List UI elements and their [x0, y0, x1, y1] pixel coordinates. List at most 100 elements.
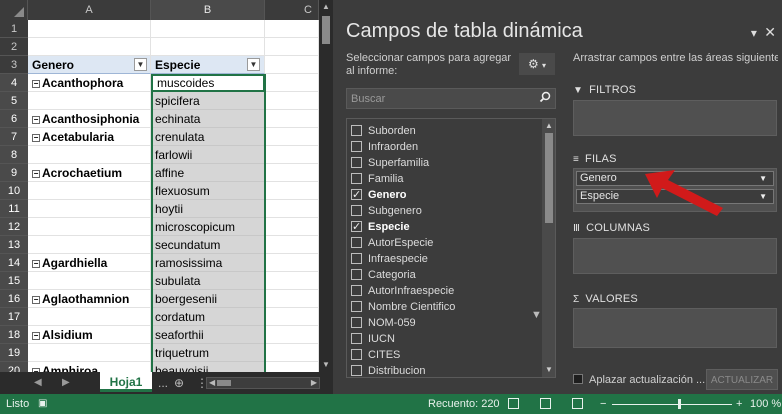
cell-empty[interactable] — [265, 308, 319, 326]
row-header[interactable]: 2 — [0, 38, 28, 56]
cell-especie[interactable]: boergesenii — [151, 290, 265, 308]
row-header[interactable]: 12 — [0, 218, 28, 236]
page-layout-view-icon[interactable] — [540, 398, 551, 409]
row-header[interactable]: 5 — [0, 92, 28, 110]
page-break-view-icon[interactable] — [572, 398, 583, 409]
row-header[interactable]: 7 — [0, 128, 28, 146]
field-checkbox[interactable] — [351, 205, 362, 216]
cell-genero[interactable]: − Acanthosiphonia — [28, 110, 151, 128]
zoom-slider-thumb[interactable] — [678, 399, 681, 409]
normal-view-icon[interactable] — [508, 398, 519, 409]
row-header[interactable]: 16 — [0, 290, 28, 308]
row-header[interactable]: 10 — [0, 182, 28, 200]
update-button[interactable]: ACTUALIZAR — [706, 369, 778, 390]
field-item[interactable]: AutorInfraespecie — [351, 283, 454, 299]
cell-especie[interactable]: crenulata — [151, 128, 265, 146]
field-item[interactable]: Categoria — [351, 267, 416, 283]
collapse-icon[interactable]: − — [32, 116, 40, 124]
cell-empty[interactable] — [265, 344, 319, 362]
row-header[interactable]: 9 — [0, 164, 28, 182]
cell-empty[interactable] — [265, 182, 319, 200]
cell-especie[interactable] — [151, 38, 265, 56]
cell-especie[interactable]: ramosissima — [151, 254, 265, 272]
cell-empty[interactable] — [265, 92, 319, 110]
cell-genero[interactable]: − Amphiroa — [28, 362, 151, 372]
field-checkbox[interactable] — [351, 125, 362, 136]
field-item[interactable]: Infraorden — [351, 139, 418, 155]
collapse-icon[interactable]: − — [32, 332, 40, 340]
add-sheet-icon[interactable]: ⊕ — [174, 372, 184, 394]
row-header[interactable]: 3 — [0, 56, 28, 74]
cell-especie[interactable]: muscoides — [151, 74, 265, 92]
cell-empty[interactable] — [265, 20, 319, 38]
field-checkbox[interactable] — [351, 141, 362, 152]
chevron-down-icon[interactable]: ▼ — [759, 172, 767, 185]
field-item[interactable]: Infraespecie — [351, 251, 428, 267]
cell-genero[interactable]: − Alsidium — [28, 326, 151, 344]
cell-genero[interactable]: − Aglaothamnion — [28, 290, 151, 308]
cell-genero[interactable] — [28, 200, 151, 218]
cell-especie[interactable]: beauvoisii — [151, 362, 265, 372]
values-drop-area[interactable] — [573, 308, 777, 348]
cell-genero[interactable]: − Acrochaetium — [28, 164, 151, 182]
pivot-header-genero[interactable]: Genero ▼ — [28, 56, 151, 74]
scroll-left-icon[interactable]: ◀ — [209, 377, 215, 389]
field-item[interactable]: Genero — [351, 187, 407, 203]
scroll-thumb[interactable] — [545, 133, 553, 223]
cell-genero[interactable] — [28, 146, 151, 164]
row-header[interactable]: 17 — [0, 308, 28, 326]
zoom-level[interactable]: 100 % — [750, 394, 781, 414]
columns-drop-area[interactable] — [573, 238, 777, 274]
zoom-in-button[interactable]: + — [736, 394, 742, 414]
column-header-b[interactable]: B — [151, 0, 265, 20]
scroll-down-icon[interactable]: ▼ — [319, 358, 333, 372]
row-header[interactable]: 15 — [0, 272, 28, 290]
field-checkbox[interactable] — [351, 187, 362, 203]
row-header[interactable]: 14 — [0, 254, 28, 272]
field-item[interactable]: NOM-059 — [351, 315, 416, 331]
cell-empty[interactable] — [265, 362, 319, 372]
row-header[interactable]: 19 — [0, 344, 28, 362]
field-item[interactable]: Suborden — [351, 123, 416, 139]
cell-genero[interactable] — [28, 218, 151, 236]
tab-more[interactable]: ... — [158, 372, 168, 394]
cell-especie[interactable]: echinata — [151, 110, 265, 128]
cell-empty[interactable] — [265, 236, 319, 254]
field-item[interactable]: Distribucion — [351, 363, 425, 377]
row-header[interactable]: 6 — [0, 110, 28, 128]
cell-genero[interactable] — [28, 236, 151, 254]
field-checkbox[interactable] — [351, 237, 362, 248]
cell-especie[interactable]: spicifera — [151, 92, 265, 110]
cell-genero[interactable] — [28, 272, 151, 290]
sheet-horizontal-scrollbar[interactable]: ◀ ▶ — [206, 377, 320, 389]
field-checkbox[interactable] — [351, 173, 362, 184]
field-checkbox[interactable] — [351, 157, 362, 168]
collapse-icon[interactable]: − — [32, 296, 40, 304]
field-item[interactable]: IUCN — [351, 331, 395, 347]
field-item[interactable]: AutorEspecie — [351, 235, 433, 251]
sheet-vertical-scrollbar[interactable]: ▲ ▼ — [319, 0, 333, 372]
cell-especie[interactable]: flexuosum — [151, 182, 265, 200]
column-header-c[interactable]: C — [265, 0, 319, 20]
search-input[interactable] — [347, 89, 532, 108]
field-checkbox[interactable] — [351, 333, 362, 344]
zoom-out-button[interactable]: − — [600, 394, 606, 414]
field-item[interactable]: Superfamilia — [351, 155, 429, 171]
scroll-thumb[interactable] — [322, 16, 330, 44]
field-list-scrollbar[interactable]: ▲ ▼ — [542, 119, 555, 377]
scroll-up-icon[interactable]: ▲ — [542, 119, 555, 133]
cell-genero[interactable] — [28, 38, 151, 56]
field-checkbox[interactable] — [351, 269, 362, 280]
cell-especie[interactable]: subulata — [151, 272, 265, 290]
tab-next-icon[interactable]: ▶ — [62, 372, 70, 394]
cell-especie[interactable]: triquetrum — [151, 344, 265, 362]
cell-genero[interactable] — [28, 92, 151, 110]
row-header[interactable]: 8 — [0, 146, 28, 164]
cell-especie[interactable] — [151, 20, 265, 38]
cell-genero[interactable]: − Acetabularia — [28, 128, 151, 146]
field-checkbox[interactable] — [351, 301, 362, 312]
filters-drop-area[interactable] — [573, 100, 777, 136]
row-header[interactable]: 18 — [0, 326, 28, 344]
field-checkbox[interactable] — [351, 219, 362, 235]
cell-especie[interactable]: microscopicum — [151, 218, 265, 236]
